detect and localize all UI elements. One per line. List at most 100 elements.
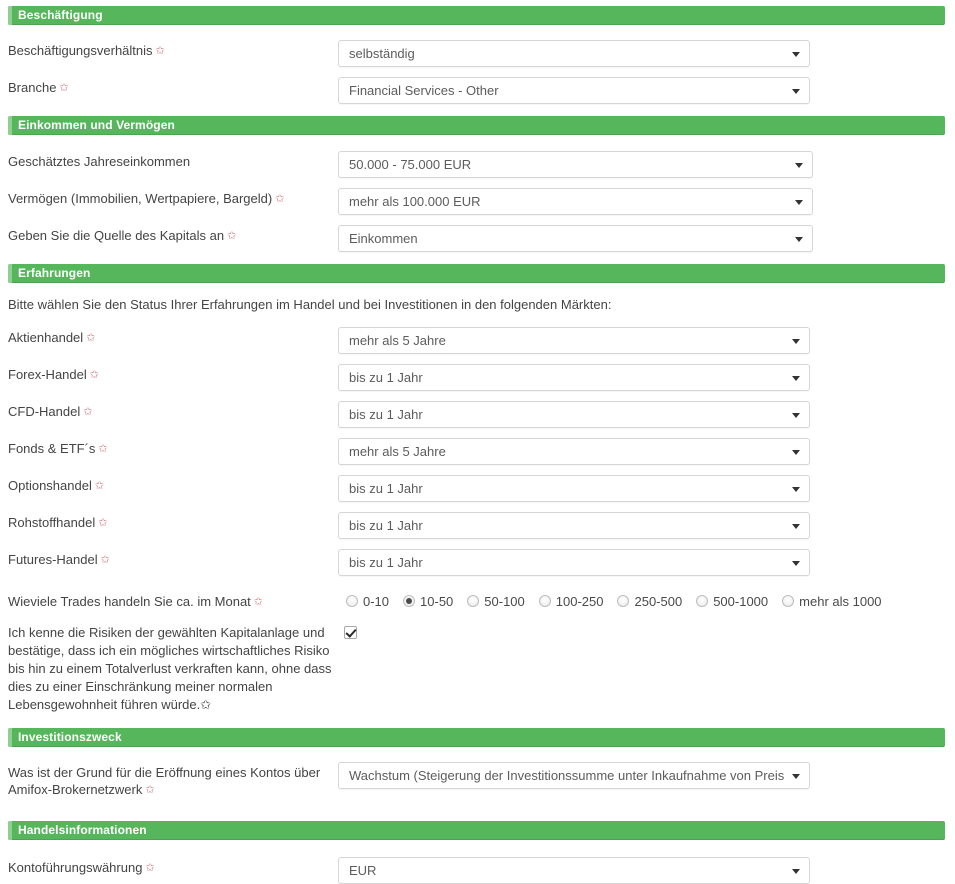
section-accent-bar: [8, 6, 12, 25]
radio-indicator[interactable]: [538, 595, 551, 607]
section-header-investment-purpose: Investitionszweck: [8, 728, 945, 747]
field-label: Geschätztes Jahreseinkommen: [8, 151, 338, 170]
select-forex-handel[interactable]: bis zu 1 Jahr: [338, 364, 810, 391]
form-row-rohstoffhandel: Rohstoffhandel ✩ bis zu 1 Jahr: [0, 512, 955, 539]
section-title-investment-purpose: Investitionszweck: [18, 730, 122, 744]
field-label: Vermögen (Immobilien, Wertpapiere, Barge…: [8, 188, 338, 208]
required-marker-icon: ✩: [98, 443, 108, 455]
select-value: mehr als 100.000 EUR: [349, 194, 481, 209]
select-futures-handel[interactable]: bis zu 1 Jahr: [338, 549, 810, 576]
select-value: bis zu 1 Jahr: [349, 555, 423, 570]
radio-indicator-selected[interactable]: [403, 595, 416, 607]
select-cfd-handel[interactable]: bis zu 1 Jahr: [338, 401, 810, 428]
section-header-income: Einkommen und Vermögen: [8, 116, 945, 135]
select-value: mehr als 5 Jahre: [349, 333, 446, 348]
section-accent-bar: [8, 728, 12, 747]
required-marker-icon: ✩: [86, 332, 96, 344]
label-text: Wieviele Trades handeln Sie ca. im Monat: [8, 594, 251, 609]
chevron-down-icon: [795, 236, 803, 242]
field-container: 0-10 10-50 50-100 100-250 250-500 500-10…: [338, 594, 955, 609]
chevron-down-icon: [792, 868, 800, 874]
risk-consent-label: Ich kenne die Risiken der gewählten Kapi…: [8, 624, 338, 714]
select-value: Einkommen: [349, 231, 418, 246]
section-header-trading-information: Handelsinformationen: [8, 821, 945, 840]
radio-option-100-250[interactable]: 100-250: [538, 594, 603, 609]
checkbox-risiko-bestaetigung[interactable]: [344, 626, 357, 639]
field-container: mehr als 5 Jahre: [338, 438, 955, 465]
radio-option-mehr-als-1000[interactable]: mehr als 1000: [782, 593, 882, 609]
label-text: Kontoführungswährung: [8, 860, 143, 875]
field-container: Einkommen: [338, 225, 955, 252]
radio-label: 10-50: [420, 593, 454, 609]
chevron-down-icon: [792, 412, 800, 418]
form-row-futures-handel: Futures-Handel ✩ bis zu 1 Jahr: [0, 549, 955, 576]
field-container: Financial Services - Other: [338, 77, 955, 104]
field-label: Kontoführungswährung ✩: [8, 857, 338, 877]
radio-option-500-1000[interactable]: 500-1000: [696, 594, 768, 609]
radio-option-50-100[interactable]: 50-100: [467, 594, 525, 609]
select-optionshandel[interactable]: bis zu 1 Jahr: [338, 475, 810, 502]
required-marker-icon: ✩: [200, 697, 212, 712]
radio-indicator[interactable]: [467, 595, 480, 607]
label-text: Beschäftigungsverhältnis: [8, 43, 153, 58]
radio-option-250-500[interactable]: 250-500: [617, 594, 682, 609]
select-branche[interactable]: Financial Services - Other: [338, 77, 810, 104]
required-marker-icon: ✩: [227, 230, 237, 242]
section-title-experience: Erfahrungen: [18, 266, 91, 280]
field-label: Wieviele Trades handeln Sie ca. im Monat…: [8, 591, 338, 611]
form-row-fonds-etf: Fonds & ETF´s ✩ mehr als 5 Jahre: [0, 438, 955, 465]
required-marker-icon: ✩: [100, 554, 110, 566]
select-vermoegen[interactable]: mehr als 100.000 EUR: [338, 188, 813, 215]
chevron-down-icon: [792, 560, 800, 566]
chevron-down-icon: [792, 88, 800, 94]
field-label: Geben Sie die Quelle des Kapitals an ✩: [8, 225, 338, 245]
required-marker-icon: ✩: [155, 45, 165, 57]
radio-indicator[interactable]: [782, 595, 795, 607]
form-row-vermoegen: Vermögen (Immobilien, Wertpapiere, Barge…: [0, 188, 955, 215]
field-label: Fonds & ETF´s ✩: [8, 438, 338, 458]
select-kapitalquelle[interactable]: Einkommen: [338, 225, 813, 252]
select-jahreseinkommen[interactable]: 50.000 - 75.000 EUR: [338, 151, 813, 178]
field-container: 50.000 - 75.000 EUR: [338, 151, 955, 178]
field-label: Rohstoffhandel ✩: [8, 512, 338, 532]
form-row-optionshandel: Optionshandel ✩ bis zu 1 Jahr: [0, 475, 955, 502]
chevron-down-icon: [792, 486, 800, 492]
label-text: Vermögen (Immobilien, Wertpapiere, Barge…: [8, 191, 273, 206]
radio-label: 250-500: [634, 593, 683, 609]
label-text: Rohstoffhandel: [8, 515, 96, 530]
select-value: selbständig: [349, 46, 415, 61]
select-kontofuehrungswaehrung[interactable]: EUR: [338, 857, 810, 884]
chevron-down-icon: [795, 162, 803, 168]
required-marker-icon: ✩: [145, 784, 155, 796]
select-beschaeftigungsverhaeltnis[interactable]: selbständig: [338, 40, 810, 67]
radio-group-trades-pro-monat: 0-10 10-50 50-100 100-250 250-500 500-10…: [346, 594, 955, 609]
radio-indicator[interactable]: [617, 595, 630, 607]
registration-form-page: Beschäftigung Beschäftigungsverhältnis ✩ …: [0, 6, 955, 884]
chevron-down-icon: [795, 199, 803, 205]
field-label: Futures-Handel ✩: [8, 549, 338, 569]
form-row-jahreseinkommen: Geschätztes Jahreseinkommen 50.000 - 75.…: [0, 151, 955, 178]
radio-indicator[interactable]: [696, 595, 709, 607]
radio-indicator[interactable]: [346, 595, 358, 607]
radio-option-10-50[interactable]: 10-50: [403, 594, 453, 609]
form-row-risiko-bestaetigung: Ich kenne die Risiken der gewählten Kapi…: [0, 624, 955, 714]
form-row-kapitalquelle: Geben Sie die Quelle des Kapitals an ✩ Ei…: [0, 225, 955, 252]
chevron-down-icon: [792, 338, 800, 344]
select-value: EUR: [349, 863, 377, 878]
select-investitionsgrund[interactable]: Wachstum (Steigerung der Investitionssum…: [338, 762, 810, 789]
radio-option-0-10[interactable]: 0-10: [346, 594, 389, 609]
experience-intro-text: Bitte wählen Sie den Status Ihrer Erfahr…: [8, 297, 612, 312]
label-text: Aktienhandel: [8, 330, 84, 345]
radio-label: mehr als 1000: [799, 593, 882, 609]
section-accent-bar: [8, 821, 12, 840]
select-aktienhandel[interactable]: mehr als 5 Jahre: [338, 327, 810, 354]
section-accent-bar: [8, 264, 12, 283]
select-fonds-etf[interactable]: mehr als 5 Jahre: [338, 438, 810, 465]
select-rohstoffhandel[interactable]: bis zu 1 Jahr: [338, 512, 810, 539]
field-container: EUR: [338, 857, 955, 884]
label-text: Optionshandel: [8, 478, 92, 493]
section-title-income: Einkommen und Vermögen: [18, 118, 175, 132]
chevron-down-icon: [792, 375, 800, 381]
required-marker-icon: ✩: [89, 369, 99, 381]
field-container: [338, 624, 955, 642]
